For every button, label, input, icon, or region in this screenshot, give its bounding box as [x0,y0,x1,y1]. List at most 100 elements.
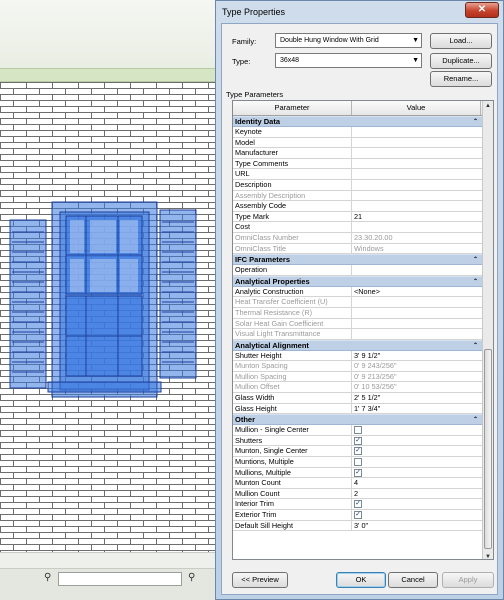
table-row[interactable]: Interior Trim ✓ [233,499,482,510]
table-row[interactable]: OmniClass Number 23.30.20.00 [233,232,482,244]
filter-icon[interactable]: ⚲ [44,572,51,583]
parameter-value[interactable] [352,201,482,211]
collapse-chevron-icon[interactable]: ⌃ [473,277,478,287]
table-row[interactable]: Type Comments [233,158,482,170]
table-row[interactable]: Heat Transfer Coefficient (U) [233,297,482,308]
table-row[interactable]: Munton Count 4 [233,478,482,489]
table-row[interactable]: Mullion Offset 0' 10 53/256" [233,382,482,394]
parameter-value[interactable]: <None> [352,287,482,297]
table-row[interactable]: Manufacturer [233,148,482,159]
group-header[interactable]: IFC Parameters ⌃ [233,254,482,266]
parameter-value[interactable]: 2' 5 1/2" [352,393,482,403]
table-row[interactable]: Keynote [233,127,482,138]
collapse-chevron-icon[interactable]: ⌃ [473,255,478,265]
parameter-value[interactable] [352,319,482,329]
parameter-value[interactable]: ✓ [352,436,482,446]
table-row[interactable]: Analytic Construction <None> [233,286,482,298]
table-row[interactable]: Glass Width 2' 5 1/2" [233,393,482,404]
parameter-value[interactable] [352,148,482,158]
parameter-value[interactable] [352,191,482,201]
parameter-value[interactable]: ✓ [352,510,482,520]
table-row[interactable]: Mullion Spacing 0' 9 213/256" [233,371,482,383]
parameter-value[interactable]: 2 [352,489,482,499]
parameter-value[interactable]: 3' 9 1/2" [352,351,482,361]
group-header[interactable]: Analytical Properties ⌃ [233,275,482,287]
collapse-chevron-icon[interactable]: ⌃ [473,341,478,351]
collapse-chevron-icon[interactable]: ⌃ [473,415,478,425]
parameter-checkbox[interactable]: ✓ [354,447,362,456]
group-header[interactable]: Analytical Alignment ⌃ [233,339,482,351]
group-header[interactable]: Identity Data ⌃ [233,116,482,127]
status-icon[interactable]: ⚲ [188,572,195,583]
table-row[interactable]: Visual Light Transmittance [233,329,482,340]
parameter-value[interactable]: ✓ [352,468,482,478]
parameter-checkbox[interactable] [354,426,362,435]
table-row[interactable]: Cost [233,222,482,233]
table-row[interactable]: OmniClass Title Windows [233,243,482,255]
cancel-button[interactable]: Cancel [388,572,438,588]
parameter-value[interactable]: 23.30.20.00 [352,233,482,243]
parameter-checkbox[interactable] [354,458,362,467]
table-scrollbar[interactable]: ▲ ▼ [482,101,493,559]
parameter-value[interactable] [352,222,482,232]
table-row[interactable]: Description [233,179,482,191]
load-button[interactable]: Load... [430,33,492,49]
duplicate-button[interactable]: Duplicate... [430,53,492,69]
parameter-value[interactable]: ✓ [352,499,482,509]
table-row[interactable]: Mullions, Multiple ✓ [233,467,482,479]
table-row[interactable]: Glass Height 1' 7 3/4" [233,403,482,415]
table-row[interactable]: Shutters ✓ [233,435,482,447]
table-row[interactable]: Type Mark 21 [233,211,482,223]
table-row[interactable]: Assembly Description [233,190,482,202]
table-row[interactable]: Mullion Count 2 [233,488,482,500]
parameter-checkbox[interactable]: ✓ [354,511,362,519]
parameter-checkbox[interactable]: ✓ [354,468,362,477]
title-bar[interactable]: Type Properties ✕ [216,1,503,23]
parameter-value[interactable] [352,457,482,467]
parameter-checkbox[interactable]: ✓ [354,436,362,445]
parameter-checkbox[interactable]: ✓ [354,500,362,509]
parameter-value[interactable] [352,180,482,190]
close-button[interactable]: ✕ [465,2,499,18]
parameter-value[interactable] [352,425,482,435]
table-row[interactable]: Exterior Trim ✓ [233,510,482,521]
type-select[interactable]: 36x48 ▼ [275,53,422,68]
value-column-header[interactable]: Value [352,101,481,115]
parameter-value[interactable]: 0' 10 53/256" [352,382,482,392]
parameter-value[interactable]: Windows [352,244,482,254]
table-row[interactable]: Muntions, Multiple [233,457,482,468]
collapse-chevron-icon[interactable]: ⌃ [473,117,478,127]
preview-button[interactable]: << Preview [232,572,288,588]
drawing-canvas[interactable] [0,82,215,552]
parameter-value[interactable]: 4 [352,478,482,488]
parameter-value[interactable] [352,297,482,307]
ok-button[interactable]: OK [336,572,386,588]
parameter-value[interactable] [352,138,482,148]
table-row[interactable]: Munton Spacing 0' 9 243/256" [233,361,482,372]
parameter-value[interactable]: 1' 7 3/4" [352,404,482,414]
parameter-value[interactable] [352,265,482,275]
table-row[interactable]: Solar Heat Gain Coefficient [233,318,482,330]
parameter-value[interactable]: 3' 0" [352,521,482,531]
group-header[interactable]: Other ⌃ [233,414,482,426]
table-row[interactable]: Default Sill Height 3' 0" [233,520,482,532]
table-row[interactable]: Munton, Single Center ✓ [233,446,482,458]
parameter-column-header[interactable]: Parameter [233,101,352,115]
parameter-value[interactable]: ✓ [352,446,482,456]
rename-button[interactable]: Rename... [430,71,492,87]
parameter-value[interactable] [352,329,482,339]
parameter-value[interactable] [352,308,482,318]
table-row[interactable]: URL [233,169,482,180]
table-row[interactable]: Assembly Code [233,201,482,212]
apply-button[interactable]: Apply [442,572,494,588]
parameter-value[interactable]: 0' 9 243/256" [352,361,482,371]
table-row[interactable]: Thermal Resistance (R) [233,307,482,319]
parameter-value[interactable]: 0' 9 213/256" [352,372,482,382]
table-row[interactable]: Shutter Height 3' 9 1/2" [233,350,482,362]
table-row[interactable]: Model [233,137,482,149]
scroll-down-icon[interactable]: ▼ [483,552,493,559]
parameter-value[interactable]: 21 [352,212,482,222]
scroll-up-icon[interactable]: ▲ [483,101,493,112]
family-select[interactable]: Double Hung Window With Grid ▼ [275,33,422,48]
scroll-thumb[interactable] [484,349,492,549]
